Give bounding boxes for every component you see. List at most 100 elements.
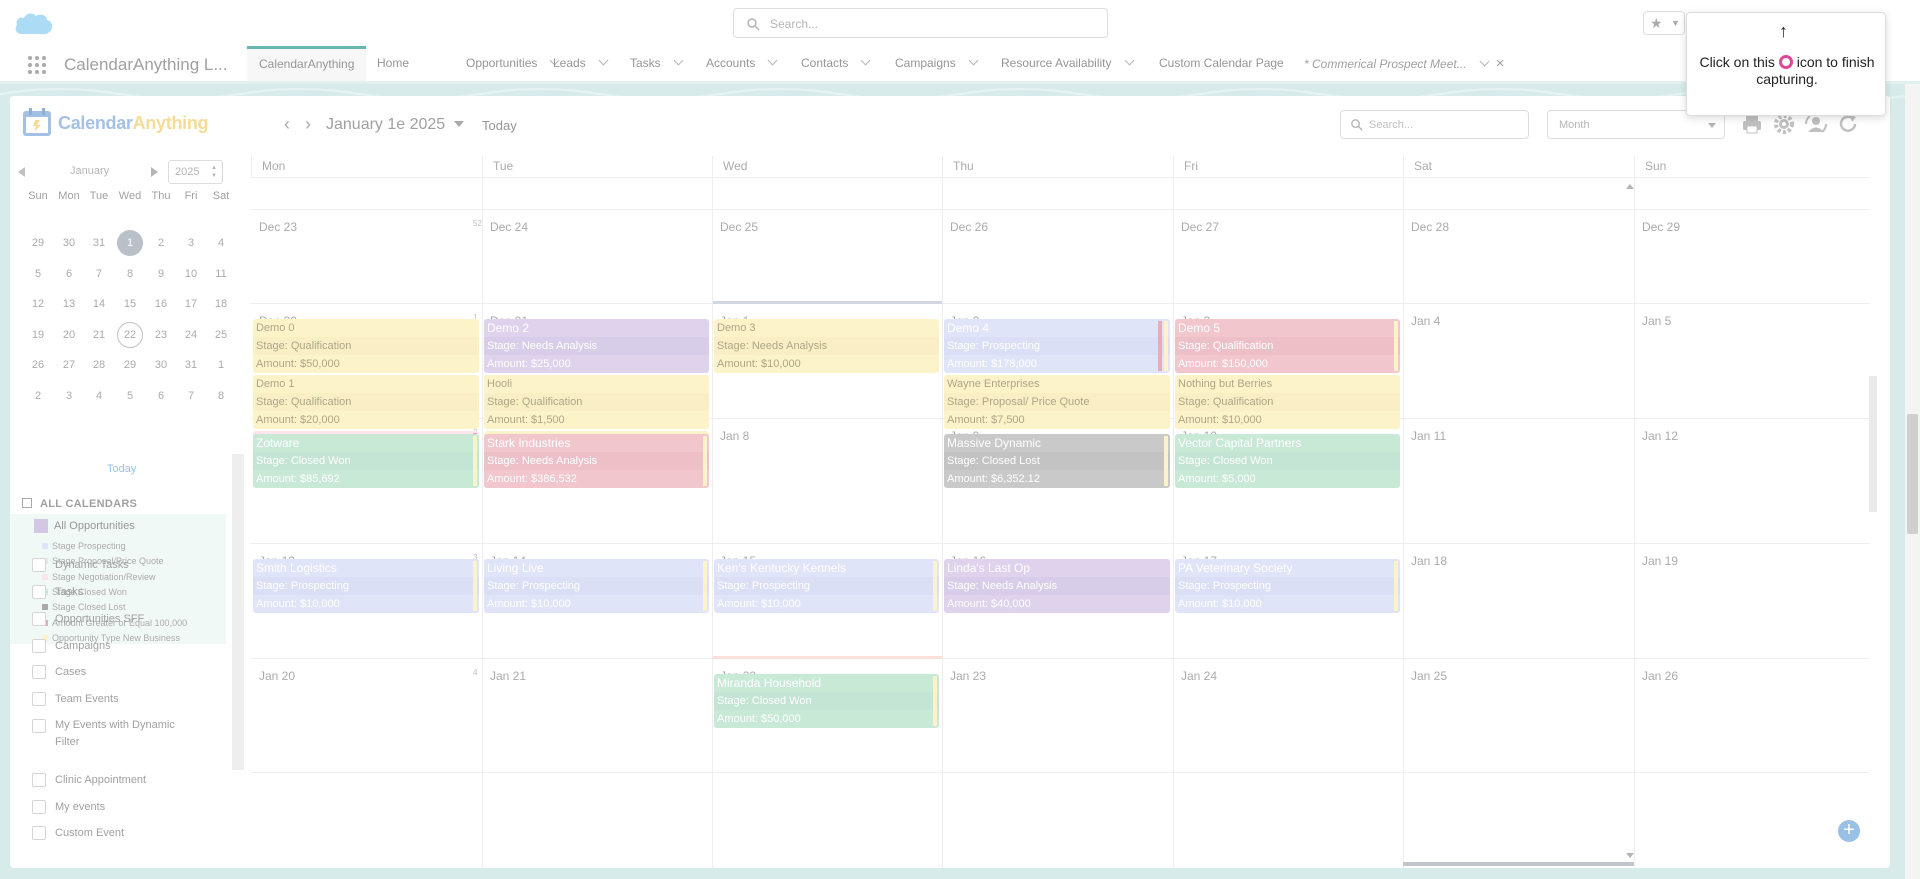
day-number[interactable]: Jan 25 (1411, 669, 1447, 683)
mini-calendar-day[interactable]: 27 (56, 352, 82, 378)
nav-tab-campaigns[interactable]: Campaigns (895, 46, 979, 81)
day-number[interactable]: Dec 23 (259, 220, 297, 234)
event-card[interactable]: Demo 1 Stage: Qualification Amount: $20,00… (253, 375, 479, 429)
event-card[interactable]: Wayne Enterprises Stage: Proposal/ Price … (944, 375, 1170, 429)
mini-calendar-day[interactable]: 2 (25, 383, 51, 409)
mini-calendar-day[interactable]: 26 (25, 352, 51, 378)
mini-calendar-day[interactable]: 20 (56, 322, 82, 348)
mini-calendar-day[interactable]: 30 (56, 230, 82, 256)
mini-calendar-day[interactable]: 6 (148, 383, 174, 409)
event-card[interactable]: PA Veterinary Society Stage: Prospecting A… (1175, 559, 1400, 613)
event-card[interactable]: Miranda Household Stage: Closed Won Amount… (714, 674, 939, 728)
mini-calendar-day[interactable]: 21 (86, 322, 112, 348)
chevron-down-icon[interactable] (598, 55, 609, 66)
calendar-checkbox[interactable] (32, 719, 46, 733)
page-scrollbar[interactable] (1905, 84, 1920, 879)
event-card[interactable]: Living Live Stage: Prospecting Amount: $10… (484, 559, 709, 613)
add-event-button[interactable]: + (1838, 820, 1860, 842)
mini-calendar-day[interactable]: 31 (178, 352, 204, 378)
mini-calendar-day[interactable]: 29 (117, 352, 143, 378)
mini-calendar-day[interactable]: 25 (208, 322, 234, 348)
nav-tab-accounts[interactable]: Accounts (706, 46, 778, 81)
mini-calendar-day[interactable]: 3 (178, 230, 204, 256)
mini-calendar-day[interactable]: 5 (117, 383, 143, 409)
event-card[interactable]: Demo 3 Stage: Needs Analysis Amount: $10,0… (714, 319, 939, 373)
calendar-checkbox[interactable] (32, 585, 46, 599)
day-number[interactable]: Dec 24 (490, 220, 528, 234)
scroll-up-icon[interactable] (1626, 184, 1634, 189)
nav-tab-commerical-prospect-meet[interactable]: * Commerical Prospect Meet... × (1304, 46, 1504, 81)
day-number[interactable]: Jan 11 (1411, 429, 1446, 443)
day-number[interactable]: Jan 26 (1642, 669, 1678, 683)
mini-calendar-day[interactable]: 17 (178, 291, 204, 317)
event-card[interactable]: Hooli Stage: Qualification Amount: $1,500 (484, 375, 709, 429)
mini-calendar-day[interactable]: 11 (208, 261, 234, 287)
calendar-checkbox[interactable] (32, 800, 46, 814)
event-card[interactable]: Zotware Stage: Closed Won Amount: $85,692 (253, 434, 479, 488)
mini-calendar-next-icon[interactable] (151, 167, 158, 177)
chevron-down-icon[interactable] (673, 55, 684, 66)
event-card[interactable]: Demo 0 Stage: Qualification Amount: $50,00… (253, 319, 479, 373)
event-card[interactable]: Linda's Last Op Stage: Needs Analysis Amou… (944, 559, 1170, 613)
day-number[interactable]: Jan 8 (720, 429, 749, 443)
grid-scrollbar-thumb[interactable] (1869, 376, 1877, 512)
mini-calendar-day[interactable]: 24 (178, 322, 204, 348)
sidebar-scrollbar[interactable] (232, 454, 244, 770)
mini-calendar-day[interactable]: 19 (25, 322, 51, 348)
day-number[interactable]: Dec 27 (1181, 220, 1219, 234)
close-tab-icon[interactable]: × (1496, 55, 1505, 72)
chevron-down-icon[interactable] (767, 55, 778, 66)
day-number[interactable]: Jan 23 (950, 669, 986, 683)
mini-calendar-prev-icon[interactable] (18, 167, 25, 177)
mini-calendar-day[interactable]: 22 (117, 321, 143, 348)
event-card[interactable]: Demo 4 Stage: Prospecting Amount: $178,000 (944, 319, 1170, 373)
all-calendars-header[interactable]: ALL CALENDARS (22, 498, 137, 510)
mini-calendar-day[interactable]: 15 (117, 291, 143, 317)
mini-calendar-day[interactable]: 28 (86, 352, 112, 378)
favorites-button[interactable]: ★ ▼ (1643, 11, 1685, 35)
event-card[interactable]: Smith Logistics Stage: Prospecting Amount:… (253, 559, 479, 613)
mini-calendar-day[interactable]: 3 (56, 383, 82, 409)
nav-tab-tasks[interactable]: Tasks (630, 46, 684, 81)
app-launcher-icon[interactable] (27, 55, 47, 75)
event-card[interactable]: Massive Dynamic Stage: Closed Lost Amount:… (944, 434, 1170, 488)
calendar-checkbox[interactable] (32, 826, 46, 840)
day-number[interactable]: Jan 18 (1411, 554, 1447, 568)
page-scrollbar-thumb[interactable] (1907, 414, 1918, 534)
mini-calendar-day[interactable]: 4 (208, 230, 234, 256)
nav-tab-custom-calendar-page[interactable]: Custom Calendar Page (1159, 46, 1284, 81)
mini-calendar-day[interactable]: 12 (25, 291, 51, 317)
calendar-checkbox[interactable] (32, 692, 46, 706)
event-card[interactable]: Stark Industries Stage: Needs Analysis Amo… (484, 434, 709, 488)
salesforce-logo-icon[interactable] (14, 10, 54, 37)
period-selector[interactable]: January 1e 2025 (326, 116, 465, 134)
grid-scrollbar[interactable] (1869, 156, 1877, 868)
mini-calendar-day[interactable]: 2 (148, 230, 174, 256)
mini-calendar-day[interactable]: 18 (208, 291, 234, 317)
nav-tab-resource-availability[interactable]: Resource Availability (1001, 46, 1134, 81)
mini-calendar-day[interactable]: 7 (86, 261, 112, 287)
calendar-search-input[interactable]: Search... (1340, 110, 1529, 139)
mini-calendar-day[interactable]: 13 (56, 291, 82, 317)
day-number[interactable]: Jan 5 (1642, 314, 1671, 328)
global-search-input[interactable]: Search... (733, 8, 1108, 38)
event-card[interactable]: Ken's Kentucky Kennels Stage: Prospecting… (714, 559, 939, 613)
prev-next-arrows[interactable]: ‹ › (284, 114, 316, 135)
chevron-down-icon[interactable] (860, 55, 871, 66)
nav-tab-contacts[interactable]: Contacts (801, 46, 871, 81)
mini-calendar-day[interactable]: 8 (208, 383, 234, 409)
day-number[interactable]: Jan 12 (1642, 429, 1678, 443)
nav-tab-opportunities[interactable]: Opportunities (466, 46, 560, 81)
nav-tab-leads[interactable]: Leads (553, 46, 609, 81)
day-number[interactable]: Jan 4 (1411, 314, 1440, 328)
nav-tab-home[interactable]: Home (377, 46, 409, 81)
mini-calendar-day[interactable]: 31 (86, 230, 112, 256)
calendar-checkbox[interactable] (32, 773, 46, 787)
spinner-icon[interactable]: ▲ ▼ (211, 164, 217, 180)
calendar-color-swatch[interactable] (34, 519, 48, 533)
mini-calendar-day[interactable]: 1 (117, 230, 143, 256)
day-number[interactable]: Dec 26 (950, 220, 988, 234)
mini-calendar-day[interactable]: 1 (208, 352, 234, 378)
mini-calendar-today-link[interactable]: Today (107, 463, 136, 475)
mini-calendar-day[interactable]: 5 (25, 261, 51, 287)
